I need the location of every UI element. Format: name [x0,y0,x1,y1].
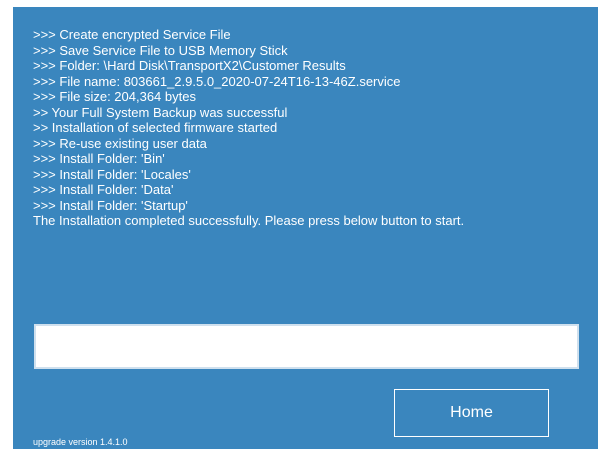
log-line: >>> Re-use existing user data [33,135,207,151]
log-line: >>> Create encrypted Service File [33,27,231,42]
log-line: The Installation completed successfully.… [33,213,465,228]
home-button[interactable]: Home [394,389,549,437]
log-line: >>> Install Folder: 'Locales' [33,166,191,182]
log-line: >> Installation of selected firmware sta… [33,120,278,135]
install-log: >>> Create encrypted Service File >>> Sa… [33,27,464,229]
log-line: >>> Install Folder: 'Startup' [33,197,188,213]
version-label: upgrade version 1.4.1.0 [33,437,128,447]
log-line: >>> File size: 204,364 bytes [33,89,196,104]
progress-bar [34,324,579,369]
log-line: >>> Save Service File to USB Memory Stic… [33,42,288,58]
log-line: >> Your Full System Backup was successfu… [33,104,288,120]
log-line: >>> Install Folder: 'Data' [33,182,174,197]
installer-screen: >>> Create encrypted Service File >>> Sa… [0,0,602,449]
installer-panel: >>> Create encrypted Service File >>> Sa… [13,7,598,449]
log-line: >>> File name: 803661_2.9.5.0_2020-07-24… [33,73,401,89]
log-line: >>> Install Folder: 'Bin' [33,151,165,166]
log-line: >>> Folder: \Hard Disk\TransportX2\Custo… [33,58,346,73]
